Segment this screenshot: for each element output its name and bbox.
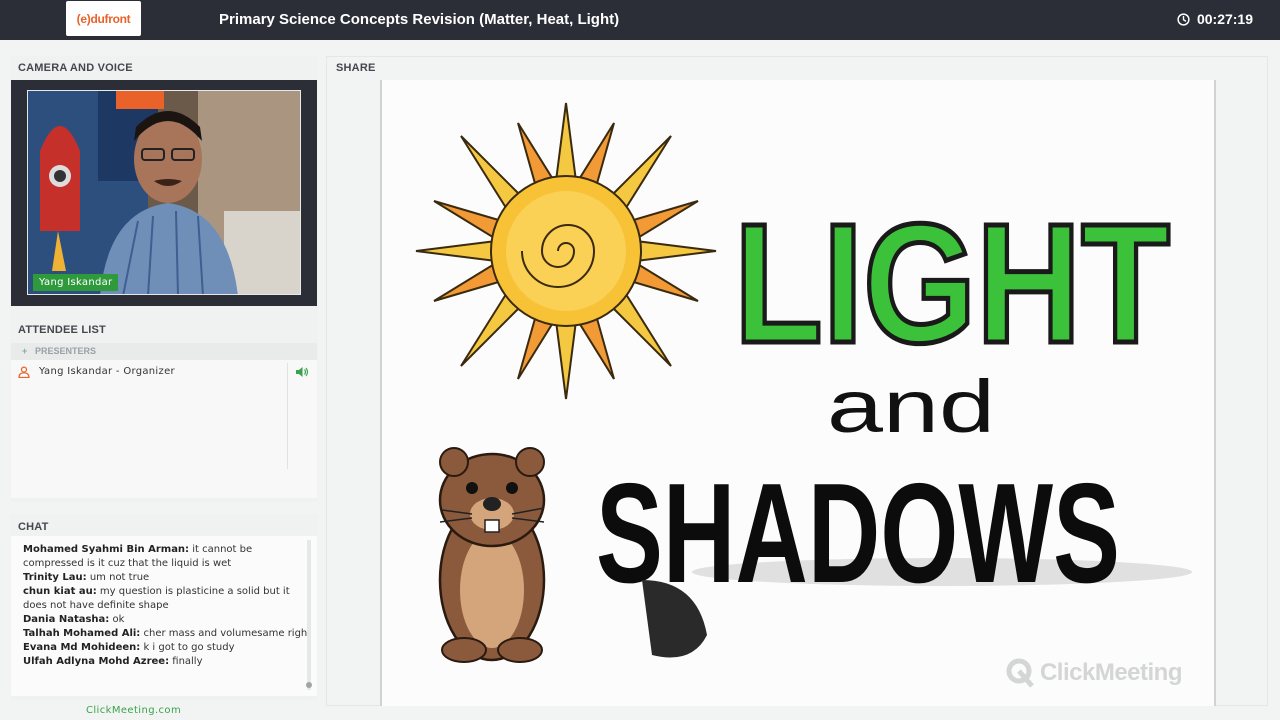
chat-label: CHAT: [18, 521, 49, 533]
session-timer: 00:27:19: [1177, 11, 1253, 27]
chat-message: Trinity Lau: um not true: [23, 571, 313, 585]
presenter-name-tag: Yang Iskandar: [33, 274, 119, 291]
top-bar: (e)dufront Primary Science Concepts Revi…: [0, 0, 1280, 40]
attendee-divider: [287, 363, 288, 469]
chat-message: chun kiat au: my question is plasticine …: [23, 585, 313, 613]
edufront-logo: (e)dufront: [66, 1, 141, 36]
timer-value: 00:27:19: [1196, 11, 1253, 27]
chat-user: Ulfah Adlyna Mohd Azree:: [23, 656, 170, 667]
clickmeeting-watermark: ClickMeeting: [1006, 658, 1183, 688]
presenters-group-label: PRESENTERS: [35, 346, 97, 356]
speaker-icon[interactable]: [295, 366, 309, 378]
light-title: LIGHT: [732, 187, 1173, 382]
chat-message: Talhah Mohamed Ali: cher mass and volume…: [23, 627, 313, 641]
shared-slide: LIGHT and SHADOWS ClickMeeting: [380, 80, 1216, 706]
chat-message: Mohamed Syahmi Bin Arman: it cannot be c…: [23, 543, 313, 571]
video-frame: [28, 91, 300, 294]
chat-user: Dania Natasha:: [23, 614, 110, 625]
clickmeeting-logo-icon: [1006, 658, 1034, 688]
chat-text: k i got to go study: [143, 642, 235, 653]
slide-word-light: LIGHT: [734, 189, 1170, 379]
chat-scroll-thumb[interactable]: [306, 682, 312, 688]
chat-text: ok: [112, 614, 125, 625]
user-icon: [18, 366, 30, 378]
watermark-text: ClickMeeting: [1039, 659, 1183, 686]
chat-user: Trinity Lau:: [23, 572, 87, 583]
attendee-list: + PRESENTERS Yang Iskandar - Organizer: [11, 343, 317, 498]
camera-label: CAMERA AND VOICE: [18, 62, 133, 74]
chat-message: Ulfah Adlyna Mohd Azree: finally: [23, 655, 313, 669]
slide-artwork: LIGHT and SHADOWS: [415, 102, 1192, 663]
slide-word-and: and: [827, 365, 995, 448]
chat-text: um not true: [89, 572, 150, 583]
presenter-video: Yang Iskandar: [27, 90, 301, 295]
camera-panel: Yang Iskandar: [11, 80, 317, 306]
chat-messages: Mohamed Syahmi Bin Arman: it cannot be c…: [23, 543, 313, 669]
sun-illustration: [415, 102, 717, 400]
logo-text: (e)dufront: [76, 11, 131, 26]
attendee-list-label: ATTENDEE LIST: [18, 324, 106, 336]
chat-user: Evana Md Mohideen:: [23, 642, 141, 653]
chat-scrollbar[interactable]: [307, 540, 311, 690]
chat-user: Talhah Mohamed Ali:: [23, 628, 141, 639]
chat-user: chun kiat au:: [23, 586, 97, 597]
chat-text: finally: [172, 656, 203, 667]
chat-panel: Mohamed Syahmi Bin Arman: it cannot be c…: [11, 536, 317, 696]
chat-text: cher mass and volumesame right: [143, 628, 312, 639]
attendee-name: Yang Iskandar - Organizer: [39, 366, 175, 377]
clock-icon: [1177, 12, 1190, 26]
expand-icon: +: [22, 346, 28, 356]
presenters-group-header[interactable]: + PRESENTERS: [11, 343, 317, 360]
clickmeeting-link[interactable]: ClickMeeting.com: [86, 705, 181, 716]
share-label: SHARE: [336, 62, 376, 74]
chat-user: Mohamed Syahmi Bin Arman:: [23, 544, 190, 555]
chat-message: Evana Md Mohideen: k i got to go study: [23, 641, 313, 655]
attendee-row[interactable]: Yang Iskandar - Organizer: [11, 363, 317, 381]
session-title: Primary Science Concepts Revision (Matte…: [219, 11, 620, 28]
chat-message: Dania Natasha: ok: [23, 613, 313, 627]
